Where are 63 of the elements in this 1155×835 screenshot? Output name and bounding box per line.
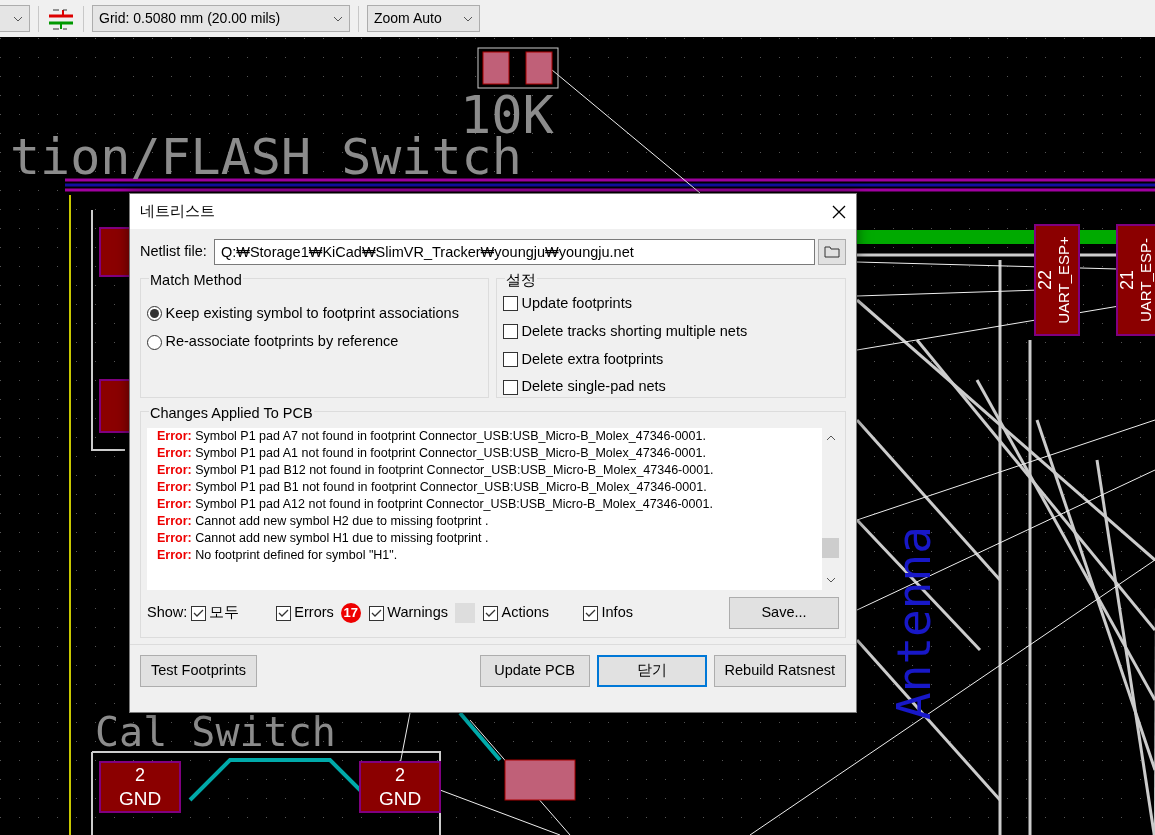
checkbox-label[interactable]: Delete extra footprints [521, 348, 664, 371]
window-title: 네트리스트 [140, 201, 215, 221]
message-line: Error: Cannot add new symbol H2 due to missing footprint . [157, 513, 490, 530]
message-line: Error: Symbol P1 pad B12 not found in footprint Connector_USB:USB_Micro-B_Molex_47346-0001. [157, 462, 715, 479]
scroll-thumb[interactable] [822, 538, 839, 558]
checkbox[interactable] [275, 605, 291, 621]
checkbox-label[interactable]: 모두 [209, 602, 240, 624]
pad [525, 51, 553, 85]
radio-label[interactable]: Re-associate footprints by reference [165, 331, 399, 353]
track-width-icon[interactable] [47, 6, 75, 31]
checkbox[interactable] [503, 324, 518, 340]
caret-icon [333, 15, 343, 22]
dialog-button[interactable]: Update PCB [479, 655, 590, 687]
checkbox-label[interactable]: Update footprints [521, 293, 632, 315]
checkbox[interactable] [503, 296, 518, 312]
dropdown[interactable]: Zoom Auto [367, 5, 480, 32]
error-count-badge: 17 [340, 603, 361, 623]
radio-label[interactable]: Keep existing symbol to footprint associations [165, 302, 459, 325]
message-line: Error: Cannot add new symbol H1 due to missing footprint . [157, 530, 490, 547]
checkbox-label[interactable]: Delete single-pad nets [521, 376, 666, 398]
checkbox[interactable] [368, 605, 384, 621]
pad-number: 21 [1117, 270, 1137, 290]
checkbox-label[interactable]: Infos [601, 602, 633, 624]
checkbox[interactable] [190, 605, 206, 621]
pad [482, 51, 510, 85]
checkbox[interactable] [483, 605, 498, 621]
checkbox-label[interactable]: Warnings [387, 602, 448, 624]
checkbox-label[interactable]: Errors [294, 602, 334, 624]
net-label: GND [378, 788, 422, 809]
show-label: Show: [147, 603, 188, 623]
net-label: UART_ESP- [1137, 238, 1154, 322]
dialog-button[interactable]: 닫기 [596, 655, 707, 687]
net-label: UART_ESP+ [1055, 236, 1072, 324]
caret-icon [13, 15, 23, 22]
folder-icon[interactable] [818, 239, 846, 265]
pad-number: 2 [135, 765, 145, 785]
pad-number: 22 [1035, 270, 1055, 290]
checkbox[interactable] [583, 605, 598, 621]
message-line: Error: Symbol P1 pad A1 not found in footprint Connector_USB:USB_Micro-B_Molex_47346-0001. [157, 445, 707, 462]
checkbox-label[interactable]: Delete tracks shorting multiple nets [521, 320, 748, 343]
message-line: Error: Symbol P1 pad A12 not found in footprint Connector_USB:USB_Micro-B_Molex_47346-0001. [157, 496, 714, 513]
track [458, 711, 502, 762]
save-button[interactable]: Save... [729, 597, 839, 629]
close-icon[interactable] [832, 204, 846, 219]
message-line: Error: Symbol P1 pad A7 not found in footprint Connector_USB:USB_Micro-B_Molex_47346-0001. [157, 428, 707, 445]
caret-icon [463, 15, 473, 22]
net-label: GND [118, 788, 162, 809]
field-label: Netlist file: [140, 242, 207, 262]
netlist-file-field[interactable]: Q:₩Storage1₩KiCad₩SlimVR_Tracker₩youngju₩youngju.net [213, 239, 815, 265]
dialog-button[interactable]: Test Footprints [140, 655, 258, 687]
checkbox-label[interactable]: Actions [501, 602, 550, 624]
zone-label: Antenna [887, 526, 941, 720]
radio-button[interactable] [147, 334, 162, 350]
message-line: Error: Symbol P1 pad B1 not found in footprint Connector_USB:USB_Micro-B_Molex_47346-0001. [157, 479, 708, 496]
pad-number: 2 [395, 765, 405, 785]
checkbox[interactable] [503, 351, 518, 367]
pad [504, 759, 576, 801]
dialog-button[interactable]: Rebuild Ratsnest [713, 655, 846, 687]
message-line: Error: No footprint defined for symbol "H1". [157, 547, 399, 564]
radio-button[interactable] [147, 305, 162, 321]
silkscreen-label: Cal Switch [95, 709, 336, 755]
checkbox[interactable] [503, 379, 518, 395]
dropdown[interactable]: Grid: 0.5080 mm (20.00 mils) [92, 5, 350, 32]
